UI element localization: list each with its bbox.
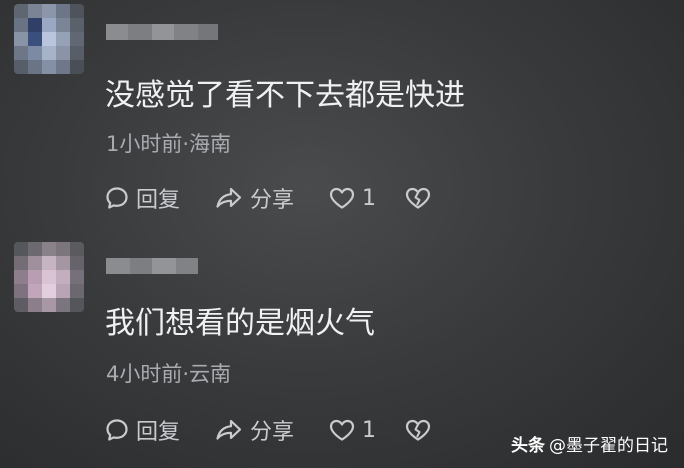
username-blurred[interactable] [106, 258, 198, 274]
heart-icon [329, 187, 355, 209]
comment-actions: 回复 分享 1 [104, 182, 432, 214]
reply-label: 回复 [136, 188, 181, 213]
dislike-button[interactable] [404, 185, 432, 211]
chat-bubble-icon [106, 419, 128, 441]
share-arrow-icon [216, 419, 242, 440]
heart-icon [329, 419, 355, 441]
share-button[interactable]: 分享 [214, 414, 328, 446]
like-count: 1 [362, 417, 376, 443]
share-label: 分享 [250, 420, 295, 445]
comment-text: 我们想看的是烟火气 [105, 306, 375, 341]
share-label: 分享 [250, 188, 295, 213]
chat-bubble-icon [106, 187, 128, 209]
comment-actions: 回复 分享 1 [104, 414, 432, 446]
dislike-button[interactable] [404, 417, 432, 443]
reply-label: 回复 [136, 420, 181, 445]
comment-meta: 4小时前·云南 [106, 362, 232, 386]
reply-button[interactable]: 回复 [104, 182, 214, 214]
like-button[interactable]: 1 [328, 417, 404, 443]
avatar[interactable] [14, 4, 84, 74]
share-button[interactable]: 分享 [214, 182, 328, 214]
username-blurred[interactable] [106, 24, 218, 40]
comment-text: 没感觉了看不下去都是快进 [105, 78, 465, 113]
like-count: 1 [362, 185, 376, 211]
like-button[interactable]: 1 [328, 185, 404, 211]
broken-heart-icon [405, 187, 431, 209]
share-arrow-icon [216, 187, 242, 208]
watermark: 头条 @墨子翟的日记 [511, 431, 668, 456]
comment-meta: 1小时前·海南 [106, 132, 232, 156]
reply-button[interactable]: 回复 [104, 414, 214, 446]
avatar[interactable] [14, 242, 84, 312]
watermark-brand: 头条 [511, 436, 545, 456]
broken-heart-icon [405, 419, 431, 441]
watermark-author: @墨子翟的日记 [549, 436, 668, 456]
